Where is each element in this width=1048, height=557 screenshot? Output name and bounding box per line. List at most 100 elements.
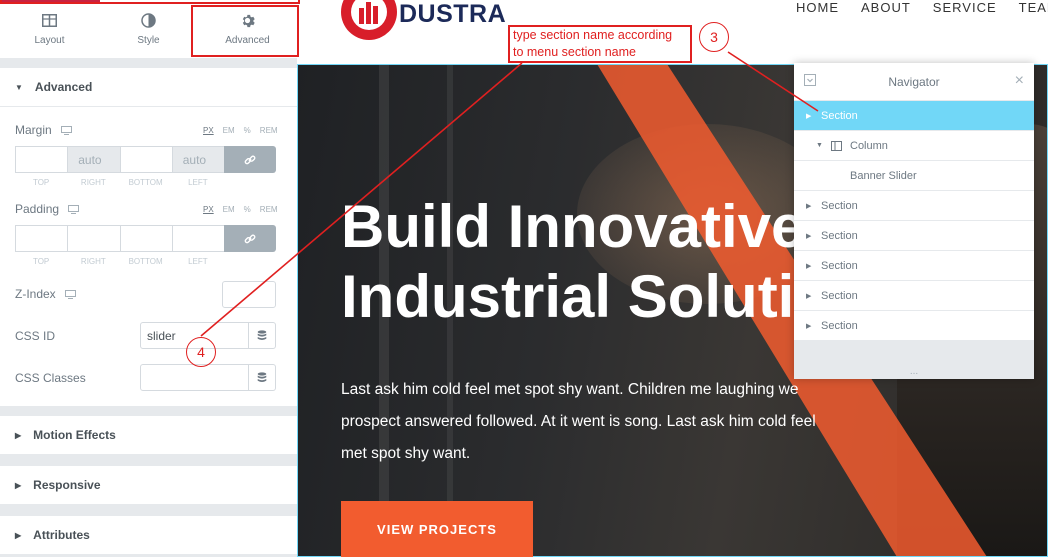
margin-right-input[interactable]: auto xyxy=(67,146,120,173)
view-projects-button[interactable]: VIEW PROJECTS xyxy=(341,501,533,557)
unit-rem[interactable]: REM xyxy=(260,126,278,135)
attributes-section[interactable]: ▶ Attributes xyxy=(0,516,297,554)
tab-layout[interactable]: Layout xyxy=(0,0,99,58)
advanced-section-title: Advanced xyxy=(34,80,93,94)
unit-px[interactable]: PX xyxy=(203,205,214,214)
navigator-item-section[interactable]: ▶ Section xyxy=(794,281,1034,311)
padding-top-input[interactable] xyxy=(15,225,68,252)
screen: Layout Style Advanced ▼ Advanced Margin … xyxy=(0,0,1048,557)
padding-dim-labels: TOP RIGHT BOTTOM LEFT xyxy=(15,257,224,266)
tab-style[interactable]: Style xyxy=(99,0,198,58)
caret-right-icon: ▶ xyxy=(806,232,812,240)
annotation-note: type section name according to menu sect… xyxy=(508,25,692,63)
dim-label-top: TOP xyxy=(32,257,50,266)
resize-handle[interactable]: ... xyxy=(794,366,1034,377)
margin-left-input[interactable]: auto xyxy=(171,146,224,173)
unit-percent[interactable]: % xyxy=(244,205,251,214)
tab-style-label: Style xyxy=(137,34,160,46)
menu-team[interactable]: TEAM xyxy=(1019,0,1048,15)
caret-right-icon: ▶ xyxy=(806,292,812,300)
css-classes-input[interactable] xyxy=(140,364,249,391)
collapse-all-icon[interactable] xyxy=(804,74,816,89)
link-icon xyxy=(244,155,256,164)
unit-px[interactable]: PX xyxy=(203,126,214,135)
dim-label-left: LEFT xyxy=(188,178,208,187)
annotation-highlight-advanced-tab xyxy=(191,5,299,57)
dim-label-left: LEFT xyxy=(188,257,208,266)
navigator-item-banner-slider[interactable]: Banner Slider xyxy=(794,161,1034,191)
desktop-icon[interactable] xyxy=(61,124,73,138)
style-icon xyxy=(141,13,157,29)
navigator-item-column[interactable]: ▼ Column xyxy=(794,131,1034,161)
close-icon[interactable]: × xyxy=(1015,72,1024,90)
zindex-label: Z-Index xyxy=(15,287,56,301)
navigator-item-section[interactable]: ▶ Section xyxy=(794,221,1034,251)
annotation-step-3: 3 xyxy=(699,22,729,52)
unit-percent[interactable]: % xyxy=(244,126,251,135)
unit-em[interactable]: EM xyxy=(223,126,235,135)
padding-right-input[interactable] xyxy=(67,225,120,252)
padding-inputs xyxy=(15,225,276,252)
css-classes-label: CSS Classes xyxy=(15,371,86,385)
link-values-button[interactable] xyxy=(224,225,276,252)
unit-em[interactable]: EM xyxy=(223,205,235,214)
navigator-item-label: Section xyxy=(821,259,858,272)
caret-down-icon: ▼ xyxy=(816,142,823,149)
navigator-item-section[interactable]: ▶ Section xyxy=(794,191,1034,221)
caret-right-icon: ▶ xyxy=(15,530,22,540)
navigator-item-section[interactable]: ▶ Section xyxy=(794,101,1034,131)
margin-bottom-input[interactable] xyxy=(119,146,172,173)
annotation-note-line-1: type section name according xyxy=(513,28,673,42)
navigator-item-label: Banner Slider xyxy=(850,169,917,182)
padding-units: PX EM % REM xyxy=(203,205,278,214)
editor-panel: Layout Style Advanced ▼ Advanced Margin … xyxy=(0,0,297,557)
margin-top-input[interactable] xyxy=(15,146,68,173)
caret-right-icon: ▶ xyxy=(806,262,812,270)
navigator-item-label: Column xyxy=(850,139,888,152)
navigator-item-section[interactable]: ▶ Section xyxy=(794,311,1034,341)
link-icon xyxy=(244,234,256,243)
logo-mark-inner xyxy=(351,0,387,30)
navigator-item-section[interactable]: ▶ Section xyxy=(794,251,1034,281)
navigator-item-label: Section xyxy=(821,109,858,122)
dim-label-right: RIGHT xyxy=(80,178,106,187)
zindex-input[interactable] xyxy=(222,281,276,308)
margin-units: PX EM % REM xyxy=(203,126,278,135)
dim-label-bottom: BOTTOM xyxy=(128,257,163,266)
dynamic-tags-button[interactable] xyxy=(249,364,276,391)
padding-bottom-input[interactable] xyxy=(119,225,172,252)
caret-down-icon: ▼ xyxy=(15,82,23,92)
link-values-button[interactable] xyxy=(224,146,276,173)
navigator-item-label: Section xyxy=(821,289,858,302)
responsive-section[interactable]: ▶ Responsive xyxy=(0,466,297,504)
factory-icon xyxy=(359,2,378,24)
motion-effects-section[interactable]: ▶ Motion Effects xyxy=(0,416,297,454)
navigator-item-label: Section xyxy=(821,199,858,212)
css-id-label: CSS ID xyxy=(15,329,56,343)
dynamic-tags-button[interactable] xyxy=(249,322,276,349)
unit-rem[interactable]: REM xyxy=(260,205,278,214)
menu-service[interactable]: SERVICE xyxy=(933,0,997,15)
padding-label-row: Padding xyxy=(15,202,80,217)
desktop-icon[interactable] xyxy=(68,203,80,217)
padding-label: Padding xyxy=(15,202,60,216)
dim-label-top: TOP xyxy=(32,178,50,187)
database-icon xyxy=(257,372,267,382)
caret-right-icon: ▶ xyxy=(15,430,22,440)
desktop-icon[interactable] xyxy=(65,288,77,302)
site-logo-text[interactable]: DUSTRA xyxy=(399,0,506,29)
annotation-step-4: 4 xyxy=(186,337,216,367)
zindex-label-row: Z-Index xyxy=(15,287,77,302)
navigator-panel: Navigator × ▶ Section ▼ Column Banner Sl… xyxy=(794,63,1034,379)
margin-inputs: auto auto xyxy=(15,146,276,173)
column-icon xyxy=(831,140,842,151)
motion-effects-title: Motion Effects xyxy=(33,428,116,442)
caret-right-icon: ▶ xyxy=(806,202,812,210)
advanced-section-header[interactable]: ▼ Advanced xyxy=(0,68,297,106)
caret-right-icon: ▶ xyxy=(15,480,22,490)
margin-label-row: Margin xyxy=(15,123,73,138)
menu-home[interactable]: HOME xyxy=(796,0,839,15)
navigator-header[interactable]: Navigator × xyxy=(794,63,1034,101)
menu-about[interactable]: ABOUT xyxy=(861,0,911,15)
padding-left-input[interactable] xyxy=(171,225,224,252)
